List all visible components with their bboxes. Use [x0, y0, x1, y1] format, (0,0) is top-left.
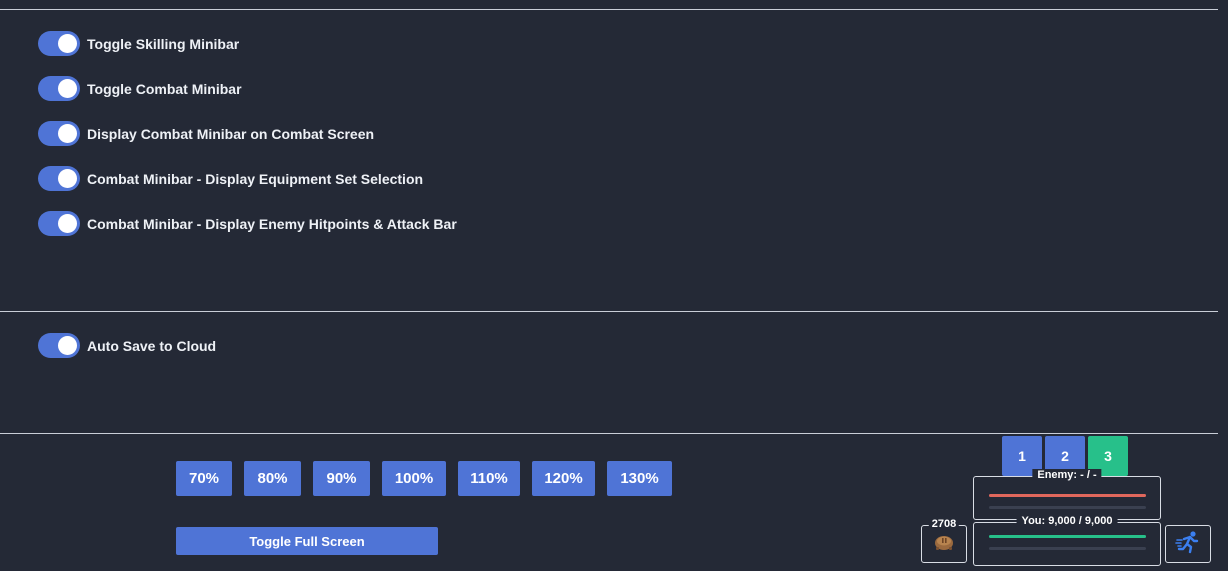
- enemy-hitpoints-fill: [989, 494, 1146, 497]
- food-icon: [933, 532, 955, 557]
- zoom-80-button[interactable]: 80%: [244, 461, 301, 496]
- zoom-90-button[interactable]: 90%: [313, 461, 370, 496]
- run-button[interactable]: [1165, 525, 1211, 563]
- setting-label: Combat Minibar - Display Equipment Set S…: [87, 170, 424, 187]
- toggle-knob: [58, 124, 77, 143]
- zoom-120-button[interactable]: 120%: [532, 461, 595, 496]
- toggle-switch[interactable]: [38, 31, 80, 56]
- setting-toggle-skilling-minibar[interactable]: Toggle Skilling Minibar: [38, 31, 239, 56]
- toggle-knob: [58, 79, 77, 98]
- player-attack-bar: [989, 547, 1146, 550]
- enemy-attack-bar: [989, 506, 1146, 509]
- zoom-130-button[interactable]: 130%: [607, 461, 672, 496]
- toggle-knob: [58, 169, 77, 188]
- enemy-hitpoints-panel: Enemy: - / -: [973, 469, 1161, 520]
- toggle-knob: [58, 336, 77, 355]
- setting-auto-save-to-cloud[interactable]: Auto Save to Cloud: [38, 333, 216, 358]
- player-hitpoints-bar: [989, 535, 1146, 538]
- player-hitpoints-panel: You: 9,000 / 9,000: [973, 515, 1161, 566]
- player-hitpoints-label: You: 9,000 / 9,000: [1016, 515, 1118, 527]
- enemy-hitpoints-bar: [989, 494, 1146, 497]
- toggle-switch[interactable]: [38, 211, 80, 236]
- setting-label: Combat Minibar - Display Enemy Hitpoints…: [87, 215, 457, 232]
- toggle-switch[interactable]: [38, 166, 80, 191]
- section-divider: [0, 9, 1218, 10]
- setting-display-enemy-hitpoints-attack-bar[interactable]: Combat Minibar - Display Enemy Hitpoints…: [38, 211, 457, 236]
- setting-display-combat-minibar-on-combat-screen[interactable]: Display Combat Minibar on Combat Screen: [38, 121, 374, 146]
- toggle-full-screen-button[interactable]: Toggle Full Screen: [176, 527, 438, 555]
- food-slot[interactable]: 2708: [921, 518, 967, 563]
- toggle-knob: [58, 34, 77, 53]
- setting-label: Display Combat Minibar on Combat Screen: [87, 125, 375, 142]
- toggle-knob: [58, 214, 77, 233]
- zoom-70-button[interactable]: 70%: [176, 461, 232, 496]
- setting-display-equipment-set-selection[interactable]: Combat Minibar - Display Equipment Set S…: [38, 166, 423, 191]
- toggle-switch[interactable]: [38, 121, 80, 146]
- player-hitpoints-fill: [989, 535, 1146, 538]
- enemy-hitpoints-label: Enemy: - / -: [1032, 469, 1102, 481]
- food-count: 2708: [928, 518, 960, 530]
- setting-label: Auto Save to Cloud: [87, 337, 217, 354]
- section-divider: [0, 311, 1218, 312]
- toggle-switch[interactable]: [38, 333, 80, 358]
- section-divider: [0, 433, 1218, 434]
- setting-label: Toggle Combat Minibar: [87, 80, 242, 97]
- toggle-switch[interactable]: [38, 76, 80, 101]
- run-icon: [1175, 530, 1201, 559]
- zoom-100-button[interactable]: 100%: [382, 461, 446, 496]
- setting-toggle-combat-minibar[interactable]: Toggle Combat Minibar: [38, 76, 242, 101]
- zoom-110-button[interactable]: 110%: [458, 461, 520, 496]
- setting-label: Toggle Skilling Minibar: [87, 35, 240, 52]
